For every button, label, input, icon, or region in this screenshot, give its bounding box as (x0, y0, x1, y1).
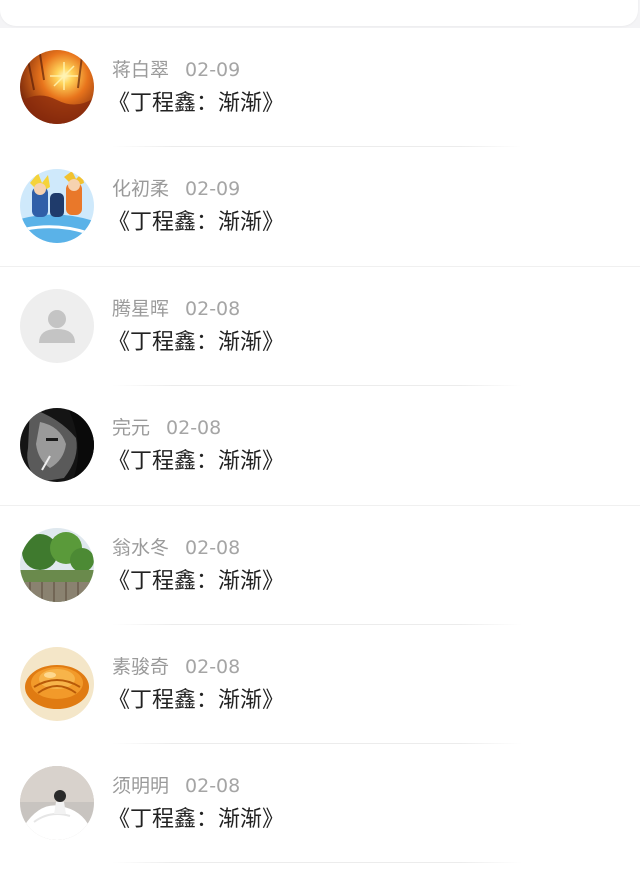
comment-text: 《丁程鑫：渐渐》 (108, 330, 285, 355)
comment-text: 《丁程鑫：渐渐》 (108, 569, 285, 594)
comment-text: 《丁程鑫：渐渐》 (108, 449, 285, 474)
comment-item[interactable]: 蒋白翠 02-09 《丁程鑫：渐渐》 (0, 28, 640, 147)
comment-item[interactable]: 腾星晖 02-08 《丁程鑫：渐渐》 (0, 267, 640, 386)
comment-text: 《丁程鑫：渐渐》 (108, 210, 285, 235)
username[interactable]: 蒋白翠 (112, 59, 169, 81)
chevron-left-icon[interactable] (24, 0, 44, 8)
username[interactable]: 化初柔 (112, 178, 169, 200)
comment-list: 蒋白翠 02-09 《丁程鑫：渐渐》 化初柔 02-09 《丁程鑫：渐渐》 腾星… (0, 28, 640, 875)
comment-meta: 蒋白翠 02-09 (112, 58, 240, 82)
username[interactable]: 腾星晖 (112, 298, 169, 320)
comment-meta: 化初柔 02-09 (112, 177, 240, 201)
comment-text: 《丁程鑫：渐渐》 (108, 688, 285, 713)
anime-characters-avatar[interactable] (20, 169, 94, 243)
wedding-dress-avatar[interactable] (20, 766, 94, 840)
trees-landscape-avatar[interactable] (20, 528, 94, 602)
comment-item[interactable]: 素骏奇 02-08 《丁程鑫：渐渐》 (0, 625, 640, 744)
sunset-autumn-avatar[interactable] (20, 50, 94, 124)
comment-meta: 须明明 02-08 (112, 774, 240, 798)
header-card (0, 0, 638, 26)
divider (112, 862, 522, 863)
comment-date: 02-08 (185, 537, 241, 559)
comment-text: 《丁程鑫：渐渐》 (108, 807, 285, 832)
comment-item[interactable]: 完元 02-08 《丁程鑫：渐渐》 (0, 386, 640, 505)
top-bar (0, 0, 640, 28)
comment-item[interactable]: 须明明 02-08 《丁程鑫：渐渐》 (0, 744, 640, 863)
username[interactable]: 素骏奇 (112, 656, 169, 678)
comment-date: 02-08 (185, 656, 241, 678)
default-user-avatar[interactable] (20, 289, 94, 363)
comment-date: 02-08 (185, 298, 241, 320)
comment-date: 02-08 (166, 417, 222, 439)
comment-date: 02-08 (185, 775, 241, 797)
comment-date: 02-09 (185, 178, 241, 200)
comment-meta: 素骏奇 02-08 (112, 655, 240, 679)
comment-item[interactable]: 翁水冬 02-08 《丁程鑫：渐渐》 (0, 506, 640, 625)
comment-meta: 腾星晖 02-08 (112, 297, 240, 321)
comment-date: 02-09 (185, 59, 241, 81)
username[interactable]: 须明明 (112, 775, 169, 797)
amber-food-avatar[interactable] (20, 647, 94, 721)
comment-text: 《丁程鑫：渐渐》 (108, 91, 285, 116)
username[interactable]: 翁水冬 (112, 537, 169, 559)
comment-meta: 翁水冬 02-08 (112, 536, 240, 560)
monochrome-portrait-avatar[interactable] (20, 408, 94, 482)
comment-meta: 完元 02-08 (112, 416, 221, 440)
username[interactable]: 完元 (112, 417, 150, 439)
comment-item[interactable]: 化初柔 02-09 《丁程鑫：渐渐》 (0, 147, 640, 266)
